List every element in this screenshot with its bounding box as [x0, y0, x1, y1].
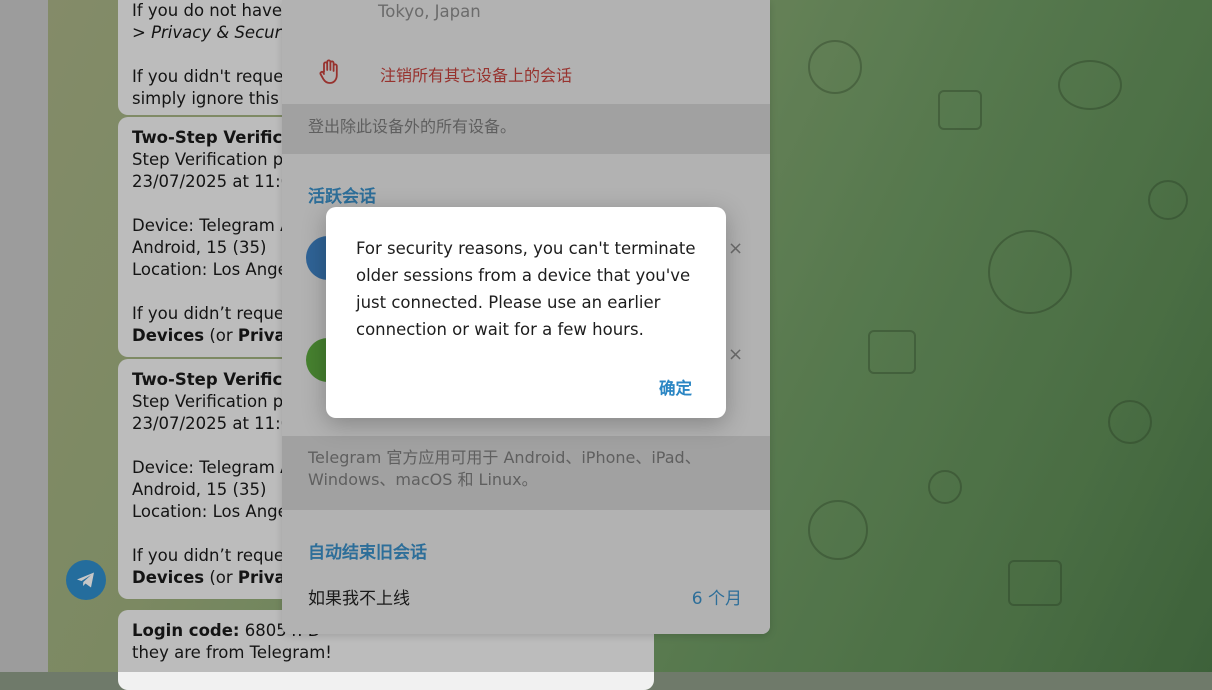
- ok-button[interactable]: 确定: [655, 371, 696, 403]
- security-alert-dialog: For security reasons, you can't terminat…: [326, 207, 726, 418]
- dialog-message: For security reasons, you can't terminat…: [356, 239, 696, 339]
